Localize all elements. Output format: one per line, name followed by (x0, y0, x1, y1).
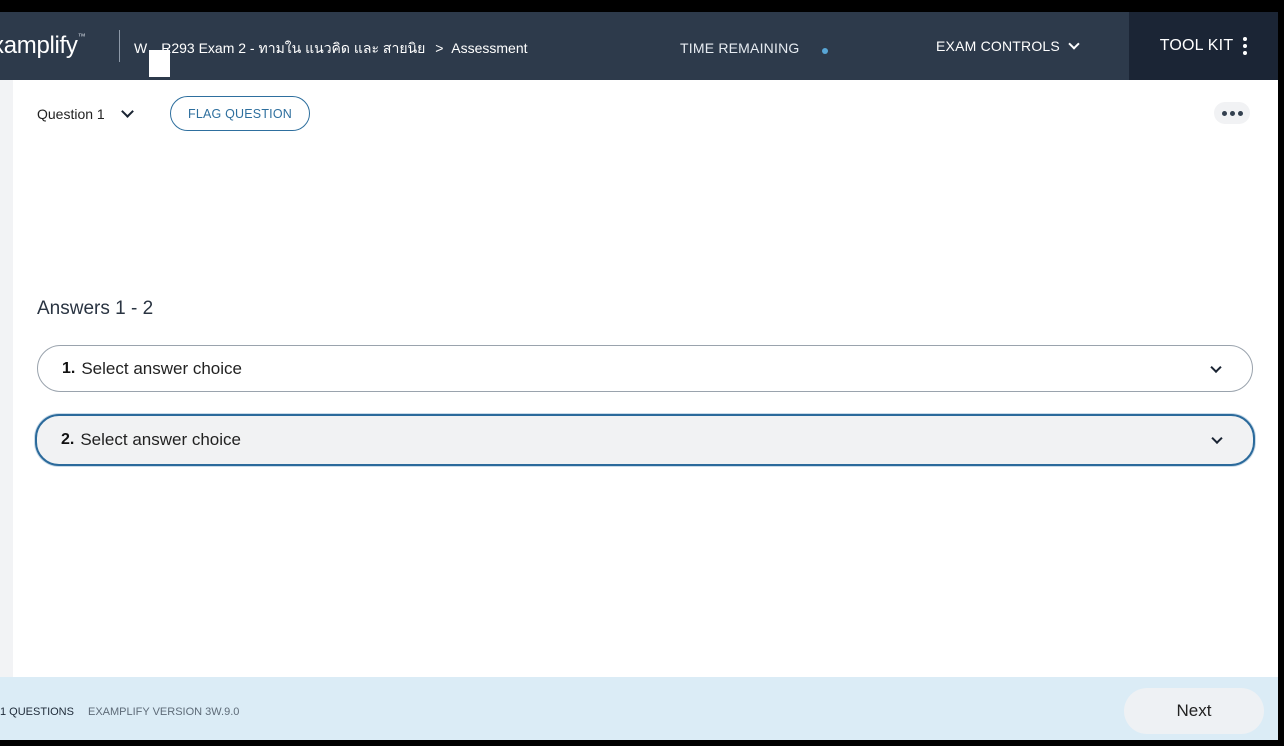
header-divider (119, 30, 120, 62)
breadcrumb-current: Assessment (451, 40, 528, 56)
redaction-box (149, 50, 170, 77)
footer-bar: 1 QUESTIONS EXAMPLIFY VERSION 3W.9.0 Nex… (0, 677, 1278, 740)
chevron-down-icon (1210, 361, 1222, 373)
questions-count: 1 QUESTIONS (0, 706, 74, 718)
course-name: W R293 Exam 2 - ทามใน แนวคิด และ สายนิย (134, 40, 426, 56)
exam-controls-menu[interactable]: EXAM CONTROLS (936, 37, 1080, 54)
answer-select-2[interactable]: 2. Select answer choice (35, 414, 1255, 466)
app-version: EXAMPLIFY VERSION 3W.9.0 (88, 706, 240, 718)
dot-icon (1229, 110, 1235, 116)
dot-icon (1237, 110, 1243, 116)
exam-controls-label: EXAM CONTROLS (936, 38, 1060, 54)
tool-kit-button[interactable]: TOOL KIT (1129, 12, 1278, 80)
time-remaining-label: TIME REMAINING (680, 40, 800, 56)
timer-indicator-icon (822, 48, 828, 54)
breadcrumb: W R293 Exam 2 - ทามใน แนวคิด และ สายนิย >… (134, 38, 528, 60)
flag-question-button[interactable]: FLAG QUESTION (170, 96, 310, 131)
question-selector[interactable]: Question 1 (37, 104, 134, 122)
exam-window: xamplify™ W R293 Exam 2 - ทามใน แนวคิด แล… (0, 12, 1278, 740)
dot-icon (1221, 110, 1227, 116)
chevron-down-icon (1068, 37, 1080, 50)
next-button[interactable]: Next (1124, 688, 1264, 734)
answer-number: 2. (61, 431, 75, 448)
question-label: Question 1 (37, 106, 105, 122)
answer-select-1[interactable]: 1. Select answer choice (37, 345, 1253, 392)
answers-title: Answers 1 - 2 (37, 298, 154, 319)
vertical-dots-icon (1243, 37, 1248, 55)
tool-kit-label: TOOL KIT (1159, 37, 1234, 54)
more-options-button[interactable] (1214, 102, 1250, 124)
answer-placeholder: Select answer choice (81, 358, 242, 378)
chevron-down-icon (120, 104, 134, 118)
breadcrumb-separator: > (435, 40, 444, 56)
top-header: xamplify™ W R293 Exam 2 - ทามใน แนวคิด แล… (0, 12, 1278, 80)
chevron-down-icon (1211, 432, 1223, 445)
examplify-logo: xamplify™ (0, 32, 86, 59)
answer-placeholder: Select answer choice (80, 430, 241, 449)
left-rail (0, 80, 13, 677)
answer-number: 1. (62, 359, 76, 377)
